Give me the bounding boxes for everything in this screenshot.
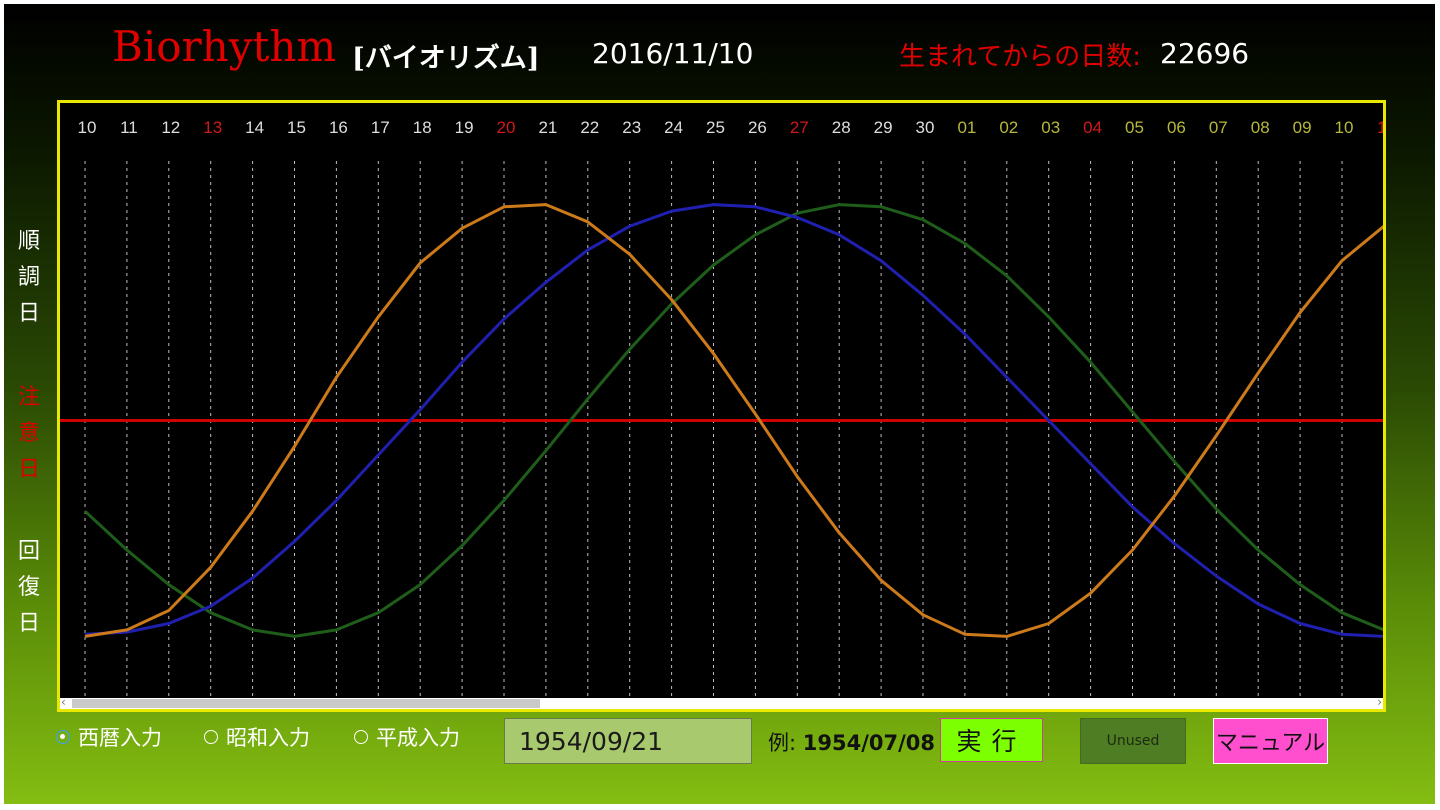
day-label: 01: [957, 118, 976, 137]
app-subtitle: [バイオリズム]: [352, 43, 540, 74]
radio-heisei[interactable]: 平成入力: [354, 722, 460, 752]
day-label: 07: [1209, 118, 1228, 137]
chart-canvas: 10 11 12 13 14 15 16 17 18 19 20 21 22 23 24 25 26 27 28 29…: [60, 118, 1383, 698]
day-label: 18: [413, 118, 432, 137]
radio-seireki-label: 西暦入力: [78, 726, 162, 750]
day-label: 05: [1125, 118, 1144, 137]
scroll-thumb[interactable]: [72, 699, 540, 708]
day-label: 20: [497, 118, 516, 137]
day-label: 22: [580, 118, 599, 137]
day-label: 14: [245, 118, 264, 137]
day-label: 17: [371, 118, 390, 137]
day-label: 11: [1377, 118, 1383, 137]
chart-scrollbar[interactable]: ‹ ›: [60, 695, 1383, 709]
radio-selected-icon[interactable]: [56, 730, 70, 744]
day-label: 19: [455, 118, 474, 137]
example-prefix: 例:: [768, 731, 803, 755]
radio-seireki[interactable]: 西暦入力: [56, 722, 162, 752]
day-label: 21: [538, 118, 557, 137]
day-label: 30: [916, 118, 935, 137]
scroll-left-arrow-icon[interactable]: ‹: [61, 695, 66, 709]
day-label: 04: [1083, 118, 1102, 137]
day-label: 26: [748, 118, 767, 137]
day-label: 16: [329, 118, 348, 137]
day-label: 28: [832, 118, 851, 137]
day-label: 02: [999, 118, 1018, 137]
radio-showa-label: 昭和入力: [226, 726, 310, 750]
day-label: 10: [78, 118, 97, 137]
radio-showa[interactable]: 昭和入力: [204, 722, 310, 752]
radio-unselected-icon[interactable]: [354, 730, 368, 744]
recovery-day-label: 回 復 日: [17, 539, 40, 636]
day-label: 12: [161, 118, 180, 137]
example-value: 1954/07/08: [802, 731, 935, 755]
day-label: 03: [1041, 118, 1060, 137]
day-label: 13: [203, 118, 222, 137]
day-label: 11: [120, 118, 138, 137]
day-label: 27: [790, 118, 809, 137]
day-label: 24: [664, 118, 683, 137]
day-label: 15: [287, 118, 306, 137]
scroll-right-arrow-icon[interactable]: ›: [1377, 695, 1382, 709]
unused-button[interactable]: Unused: [1080, 718, 1186, 764]
run-button[interactable]: 実行: [940, 718, 1043, 762]
current-date: 2016/11/10: [592, 37, 754, 70]
day-label: 08: [1251, 118, 1270, 137]
day-label: 23: [622, 118, 641, 137]
biorhythm-chart: 10 11 12 13 14 15 16 17 18 19 20 21 22 23 24 25 26 27 28 29…: [57, 100, 1386, 712]
day-label: 29: [874, 118, 893, 137]
manual-button[interactable]: マニュアル: [1213, 718, 1328, 764]
example-text: 例: 1954/07/08: [768, 727, 935, 757]
birth-date-input[interactable]: [504, 718, 752, 764]
day-label: 10: [1335, 118, 1354, 137]
app-logo: Biorhythm: [112, 22, 337, 71]
biorhythm-window: Biorhythm [バイオリズム] 2016/11/10 生まれてからの日数:…: [4, 4, 1435, 804]
day-label: 25: [706, 118, 725, 137]
caution-day-label: 注 意 日: [17, 385, 40, 482]
days-since-birth-label: 生まれてからの日数:: [899, 42, 1141, 72]
good-day-label: 順 調 日: [17, 229, 40, 326]
days-since-birth-value: 22696: [1160, 37, 1250, 70]
day-label: 09: [1293, 118, 1312, 137]
radio-unselected-icon[interactable]: [204, 730, 218, 744]
radio-heisei-label: 平成入力: [376, 726, 460, 750]
day-label: 06: [1167, 118, 1186, 137]
